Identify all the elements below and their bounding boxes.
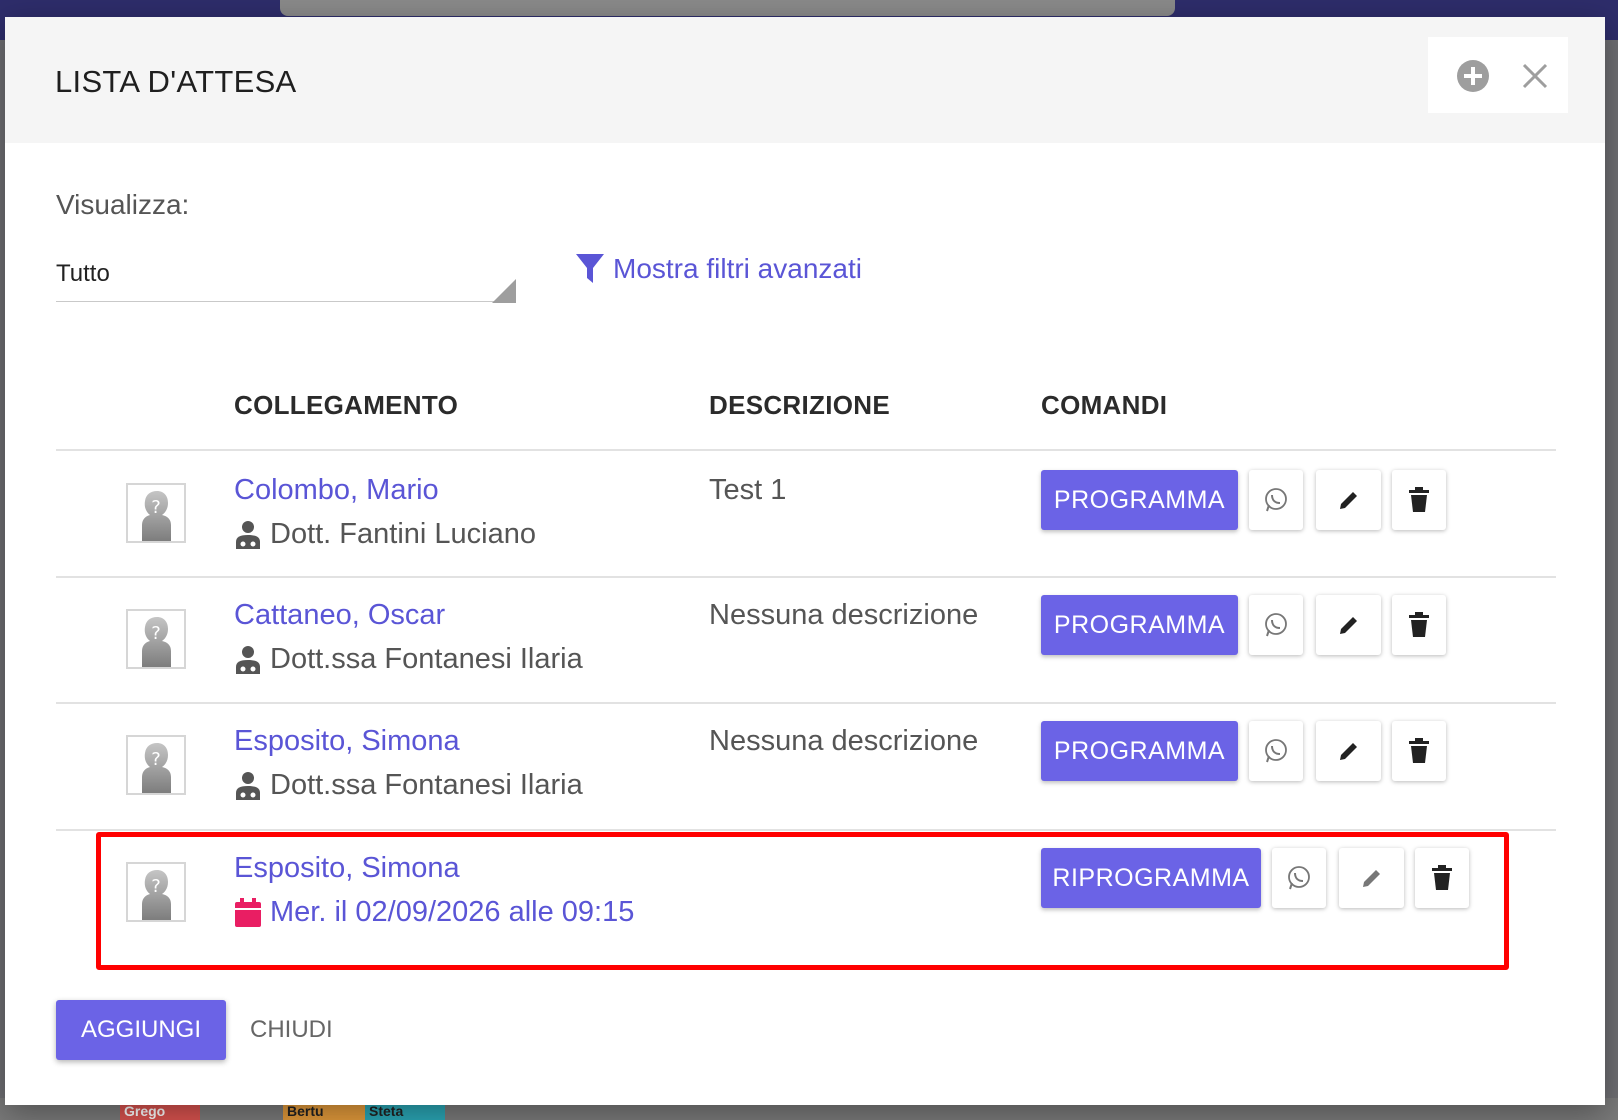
edit-button[interactable] — [1316, 721, 1381, 781]
avatar-placeholder-icon: ? — [126, 862, 186, 922]
svg-text:?: ? — [151, 876, 161, 897]
modal-header: LISTA D'ATTESA — [5, 17, 1605, 143]
modal-title: LISTA D'ATTESA — [55, 64, 297, 99]
close-button[interactable]: CHIUDI — [250, 1016, 333, 1044]
table-row: ? Cattaneo, Oscar Dott.ssa Fontanesi Ila… — [56, 577, 1556, 703]
trash-icon — [1432, 865, 1452, 890]
waiting-list-modal: LISTA D'ATTESA Visualizza: Tutto Mostra … — [5, 17, 1605, 1105]
whatsapp-icon — [1265, 739, 1287, 763]
doctor-name: Dott.ssa Fontanesi Ilaria — [270, 643, 583, 675]
appointment-date: Mer. il 02/09/2026 alle 09:15 — [234, 896, 634, 929]
whatsapp-button[interactable] — [1249, 595, 1303, 655]
pencil-icon — [1339, 492, 1357, 509]
riprogramma-button[interactable]: RIPROGRAMMA — [1041, 848, 1261, 908]
svg-text:?: ? — [151, 497, 161, 518]
column-header-collegamento: COLLEGAMENTO — [234, 390, 459, 420]
view-label: Visualizza: — [56, 189, 190, 220]
avatar-placeholder-icon: ? — [126, 735, 186, 795]
trash-icon — [1409, 487, 1429, 512]
plus-circle-icon[interactable] — [1456, 59, 1490, 93]
svg-text:?: ? — [151, 623, 161, 644]
doctor-icon — [236, 645, 260, 674]
table-row: ? Colombo, Mario Dott. Fantini Luciano T… — [56, 450, 1556, 576]
calendar-icon — [235, 897, 261, 927]
filter-icon — [576, 254, 604, 283]
doctor-name: Dott.ssa Fontanesi Ilaria — [270, 769, 583, 801]
view-select[interactable]: Tutto — [56, 252, 516, 303]
whatsapp-icon — [1288, 866, 1310, 890]
delete-button[interactable] — [1392, 595, 1446, 655]
svg-text:?: ? — [151, 749, 161, 770]
doctor-icon — [236, 520, 260, 549]
doctor-icon — [236, 771, 260, 800]
whatsapp-icon — [1265, 488, 1287, 512]
background-chip: Grego — [120, 1103, 200, 1120]
appointment-date-text: Mer. il 02/09/2026 alle 09:15 — [270, 896, 635, 928]
close-icon[interactable] — [1518, 59, 1552, 93]
patient-link[interactable]: Esposito, Simona — [234, 852, 460, 885]
programma-button[interactable]: PROGRAMMA — [1041, 595, 1238, 655]
doctor-label: Dott.ssa Fontanesi Ilaria — [234, 769, 583, 802]
patient-link[interactable]: Colombo, Mario — [234, 474, 439, 507]
background-chip: Bertu — [283, 1103, 365, 1120]
table-row: ? Esposito, Simona Mer. il 02/09/2026 al… — [56, 830, 1556, 956]
pencil-icon — [1362, 870, 1380, 887]
edit-button[interactable] — [1316, 470, 1381, 530]
background-pill — [280, 0, 1175, 16]
background-chip: Steta — [365, 1103, 445, 1120]
whatsapp-button[interactable] — [1272, 848, 1326, 908]
column-header-descrizione: DESCRIZIONE — [709, 390, 890, 420]
description: Nessuna descrizione — [709, 725, 979, 757]
whatsapp-icon — [1265, 613, 1287, 637]
whatsapp-button[interactable] — [1249, 721, 1303, 781]
pencil-icon — [1339, 743, 1357, 760]
doctor-label: Dott.ssa Fontanesi Ilaria — [234, 643, 583, 676]
whatsapp-button[interactable] — [1249, 470, 1303, 530]
avatar-placeholder-icon: ? — [126, 483, 186, 543]
trash-icon — [1409, 612, 1429, 637]
delete-button[interactable] — [1415, 848, 1469, 908]
avatar-placeholder-icon: ? — [126, 609, 186, 669]
description: Nessuna descrizione — [709, 599, 979, 631]
header-actions — [1428, 37, 1568, 113]
view-select-value: Tutto — [56, 260, 110, 287]
programma-button[interactable]: PROGRAMMA — [1041, 721, 1238, 781]
patient-link[interactable]: Esposito, Simona — [234, 725, 460, 758]
delete-button[interactable] — [1392, 721, 1446, 781]
column-header-comandi: COMANDI — [1041, 390, 1168, 420]
doctor-name: Dott. Fantini Luciano — [270, 518, 536, 550]
edit-button[interactable] — [1339, 848, 1404, 908]
doctor-label: Dott. Fantini Luciano — [234, 518, 536, 551]
delete-button[interactable] — [1392, 470, 1446, 530]
dropdown-arrow-icon — [492, 279, 516, 303]
advanced-filters-link[interactable]: Mostra filtri avanzati — [575, 253, 862, 285]
pencil-icon — [1339, 617, 1357, 634]
programma-button[interactable]: PROGRAMMA — [1041, 470, 1238, 530]
table-row: ? Esposito, Simona Dott.ssa Fontanesi Il… — [56, 703, 1556, 829]
description: Test 1 — [709, 474, 787, 506]
advanced-filters-label: Mostra filtri avanzati — [613, 253, 862, 284]
edit-button[interactable] — [1316, 595, 1381, 655]
trash-icon — [1409, 738, 1429, 763]
add-button[interactable]: AGGIUNGI — [56, 1000, 226, 1060]
patient-link[interactable]: Cattaneo, Oscar — [234, 599, 445, 632]
